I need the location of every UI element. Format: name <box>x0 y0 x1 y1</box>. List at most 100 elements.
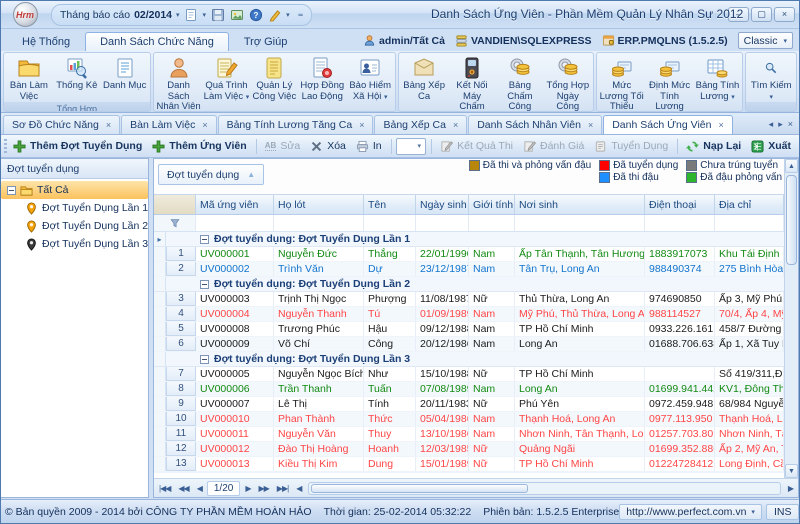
filter-cell-gioi-tinh[interactable] <box>469 215 515 231</box>
column-header-ma-ung-vien[interactable]: Mã ứng viên <box>196 195 274 214</box>
toolbar-button-xoa[interactable]: Xóa <box>306 138 350 155</box>
scroll-down-icon[interactable]: ▼ <box>785 464 798 478</box>
recruitment-filter-combo[interactable]: ▾ <box>396 138 426 155</box>
ribbon-button-bao-hiem-xa-hoi[interactable]: Bảo Hiểm Xã Hội ▾ <box>346 54 394 112</box>
edit-icon[interactable] <box>267 7 282 22</box>
tab-close-icon[interactable]: × <box>788 119 793 130</box>
save-icon[interactable] <box>210 7 225 22</box>
document-tab-so-o-chuc-nang[interactable]: Sơ Đồ Chức Năng× <box>3 115 120 134</box>
ribbon-tab-tro-giup[interactable]: Trợ Giúp <box>229 32 302 51</box>
ribbon-button-tim-kiem[interactable]: Tìm Kiếm ▾ <box>747 54 795 102</box>
collapse-group-icon[interactable] <box>200 280 209 289</box>
filter-cell-ien-thoai[interactable] <box>645 215 715 231</box>
session-server[interactable]: VANDIEN\SQLEXPRESS <box>455 34 592 47</box>
toolbar-button-xuat[interactable]: Xuất <box>747 138 795 155</box>
ribbon-tab-danh-sach-chuc-nang[interactable]: Danh Sách Chức Năng <box>85 32 229 51</box>
filter-cell-noi-sinh[interactable] <box>515 215 645 231</box>
hscroll-right-icon[interactable]: ▶ <box>785 484 796 493</box>
ribbon-button-danh-muc[interactable]: Danh Mục <box>101 54 149 102</box>
auto-filter-icon[interactable] <box>154 215 196 231</box>
tree-item-tat-ca[interactable]: Tất Cả <box>1 181 148 199</box>
prev-page-button[interactable]: ◀ <box>194 484 205 493</box>
candidate-row-UV000007[interactable]: 9UV000007Lê ThịTính20/11/1983NữPhú Yên09… <box>154 397 784 412</box>
close-tab-icon[interactable]: × <box>453 120 458 130</box>
candidate-row-UV000006[interactable]: 8UV000006Trần ThanhTuấn07/08/1989NamLong… <box>154 382 784 397</box>
candidate-row-UV000002[interactable]: 2UV000002Trình VănDự23/12/1987NamTân Trụ… <box>154 262 784 277</box>
group-by-chip[interactable]: Đợt tuyển dụng▲ <box>158 164 264 185</box>
close-button[interactable]: × <box>774 7 795 22</box>
tree-item-ot-tuyen-dung-lan-3[interactable]: Đợt Tuyển Dụng Lần 3 <box>1 235 148 253</box>
toolbar-button-them-ot-tuyen-dung[interactable]: Thêm Đợt Tuyển Dụng <box>9 138 146 155</box>
new-document-dropdown-icon[interactable]: ▾ <box>203 11 207 19</box>
column-header-noi-sinh[interactable]: Nơi sinh <box>515 195 645 214</box>
filter-cell-ma-ung-vien[interactable] <box>196 215 274 231</box>
filter-cell-ia-chi[interactable] <box>715 215 784 231</box>
toolbar-button-them-ung-vien[interactable]: Thêm Ứng Viên <box>148 138 250 155</box>
fast-next-button[interactable]: ▶▶ <box>255 484 271 493</box>
hscroll-left-icon[interactable]: ◀ <box>293 484 304 493</box>
next-page-button[interactable]: ▶ <box>242 484 253 493</box>
document-tab-danh-sach-ung-vien[interactable]: Danh Sách Ứng Viên× <box>603 115 733 134</box>
ribbon-button-inh-muc-tinh-luong[interactable]: Định Mức Tính Lương <box>646 54 694 112</box>
maximize-button[interactable]: ▢ <box>751 7 772 22</box>
group-row-ot-tuyen-dung-lan-2[interactable]: Đợt tuyển dụng: Đợt Tuyển Dụng Lần 2 <box>154 277 784 292</box>
edit-dropdown-icon[interactable]: ▾ <box>286 11 290 19</box>
first-page-button[interactable]: |◀◀ <box>156 484 173 493</box>
tree-item-ot-tuyen-dung-lan-1[interactable]: Đợt Tuyển Dụng Lần 1 <box>1 199 148 217</box>
filter-cell-ho-lot[interactable] <box>274 215 364 231</box>
column-header-ia-chi[interactable]: Địa chỉ <box>715 195 784 214</box>
ribbon-button-quan-ly-cong-viec[interactable]: Quản Lý Công Việc <box>250 54 298 112</box>
tree-item-ot-tuyen-dung-lan-2[interactable]: Đợt Tuyển Dụng Lần 2 <box>1 217 148 235</box>
column-header-ten[interactable]: Tên <box>364 195 416 214</box>
close-tab-icon[interactable]: × <box>718 120 723 130</box>
ribbon-button-hop-ong-lao-ong[interactable]: Hợp Đồng Lao Động <box>298 54 346 112</box>
new-document-icon[interactable] <box>184 7 199 22</box>
ribbon-button-bang-cham-cong-thang[interactable]: Bảng Chấm Công Tháng ▾ <box>496 54 544 112</box>
candidate-row-UV000005[interactable]: 7UV000005Nguyễn Ngọc BíchNhư15/10/1988Nữ… <box>154 367 784 382</box>
close-tab-icon[interactable]: × <box>588 120 593 130</box>
image-icon[interactable] <box>229 7 244 22</box>
ribbon-button-tong-hop-ngay-cong[interactable]: Tổng Hợp Ngày Công <box>544 54 592 112</box>
document-tab-bang-xep-ca[interactable]: Bảng Xếp Ca× <box>374 115 467 134</box>
candidate-row-UV000008[interactable]: 5UV000008Trương PhúcHậu09/12/1988NamTP H… <box>154 322 784 337</box>
scroll-up-icon[interactable]: ▲ <box>785 159 798 173</box>
last-page-button[interactable]: ▶▶| <box>274 484 291 493</box>
candidate-row-UV000009[interactable]: 6UV000009Võ ChíCông20/12/1986NamLong An0… <box>154 337 784 352</box>
session-user[interactable]: admin/Tất Cả <box>363 34 445 47</box>
report-month-value[interactable]: 02/2014 <box>134 9 172 21</box>
horizontal-scroll-thumb[interactable] <box>311 484 527 493</box>
column-header-ho-lot[interactable]: Họ lót <box>274 195 364 214</box>
column-header-ngay-sinh[interactable]: Ngày sinh <box>416 195 469 214</box>
close-tab-icon[interactable]: × <box>359 120 364 130</box>
ribbon-button-bang-xep-ca[interactable]: Bảng Xếp Ca <box>400 54 448 112</box>
close-tab-icon[interactable]: × <box>202 120 207 130</box>
group-row-ot-tuyen-dung-lan-1[interactable]: ▸Đợt tuyển dụng: Đợt Tuyển Dụng Lần 1 <box>154 232 784 247</box>
tab-scroll-left-icon[interactable]: ◂ <box>769 119 774 130</box>
candidate-row-UV000010[interactable]: 10UV000010Phan ThànhThức05/04/1986NamThạ… <box>154 412 784 427</box>
qat-overflow-icon[interactable]: ≂ <box>298 11 304 19</box>
toolbar-button-nap-lai[interactable]: Nạp Lại <box>682 138 745 155</box>
candidate-row-UV000011[interactable]: 11UV000011Nguyễn VănThuy13/10/1986NamNhơ… <box>154 427 784 442</box>
session-app[interactable]: ERP.PMQLNS (1.5.2.5) <box>602 34 728 47</box>
document-tab-ban-lam-viec[interactable]: Bàn Làm Việc× <box>121 115 216 134</box>
ribbon-button-ban-lam-viec[interactable]: Bàn Làm Việc <box>5 54 53 102</box>
ribbon-tab-he-thong[interactable]: Hệ Thống <box>7 32 85 51</box>
column-header-gioi-tinh[interactable]: Giới tính <box>469 195 515 214</box>
tab-scroll-right-icon[interactable]: ▸ <box>778 119 783 130</box>
ribbon-button-bang-tinh-luong[interactable]: Bảng Tính Lương ▾ <box>694 54 742 112</box>
ribbon-button-thong-ke[interactable]: Thống Kê <box>53 54 101 102</box>
filter-cell-ngay-sinh[interactable] <box>416 215 469 231</box>
ribbon-button-muc-luong-toi-thieu[interactable]: Mức Lương Tối Thiểu <box>598 54 646 112</box>
fast-prev-button[interactable]: ◀◀ <box>175 484 191 493</box>
theme-selector[interactable]: Classic▾ <box>738 32 793 49</box>
candidate-row-UV000013[interactable]: 13UV000013Kiều Thị KimDung15/01/1989NữTP… <box>154 457 784 472</box>
vertical-scrollbar[interactable]: ▲ ▼ <box>784 159 798 478</box>
collapse-group-icon[interactable] <box>200 235 209 244</box>
close-tab-icon[interactable]: × <box>106 120 111 130</box>
website-link[interactable]: http://www.perfect.com.vn▾ <box>619 504 762 520</box>
candidate-row-UV000004[interactable]: 4UV000004Nguyễn ThanhTú01/09/1989NamMỹ P… <box>154 307 784 322</box>
candidate-row-UV000012[interactable]: 12UV000012Đào Thị HoàngHoanh12/03/1985Nữ… <box>154 442 784 457</box>
toolbar-button-in[interactable]: In <box>352 138 386 155</box>
collapse-group-icon[interactable] <box>200 355 209 364</box>
collapse-icon[interactable] <box>7 186 16 195</box>
